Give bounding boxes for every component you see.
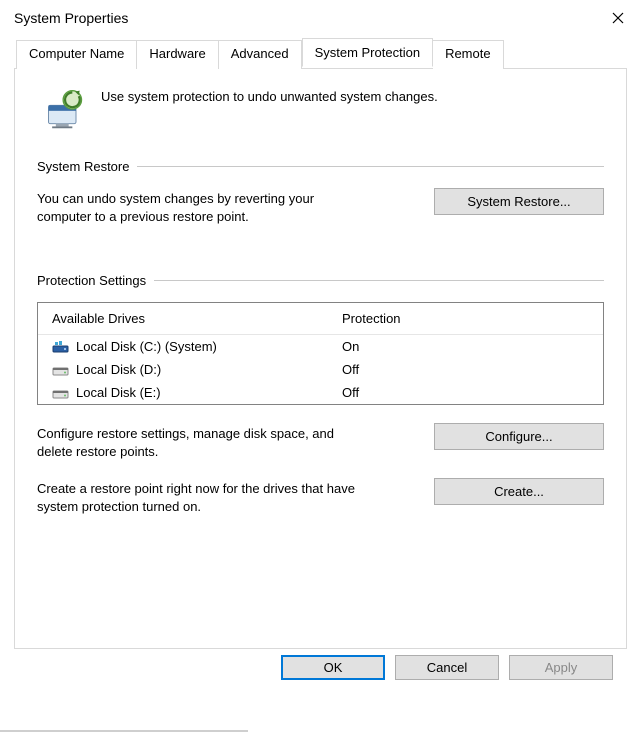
column-header-drives: Available Drives [52, 311, 342, 326]
tab-system-protection[interactable]: System Protection [302, 38, 434, 67]
system-protection-icon [43, 87, 87, 131]
drive-name: Local Disk (C:) (System) [76, 339, 342, 354]
create-desc: Create a restore point right now for the… [37, 478, 397, 515]
apply-button[interactable]: Apply [509, 655, 613, 680]
drives-header: Available Drives Protection [38, 303, 603, 335]
drives-listbox[interactable]: Available Drives Protection Local Disk (… [37, 302, 604, 405]
drive-name: Local Disk (E:) [76, 385, 342, 400]
close-icon [612, 12, 624, 24]
tab-strip: Computer Name Hardware Advanced System P… [14, 40, 627, 69]
create-button[interactable]: Create... [434, 478, 604, 505]
intro-row: Use system protection to undo unwanted s… [37, 87, 604, 131]
protection-settings-group-title: Protection Settings [37, 273, 146, 288]
system-restore-group-title: System Restore [37, 159, 129, 174]
intro-text: Use system protection to undo unwanted s… [101, 87, 438, 104]
tab-advanced[interactable]: Advanced [219, 40, 302, 69]
configure-desc: Configure restore settings, manage disk … [37, 423, 357, 460]
system-restore-desc: You can undo system changes by reverting… [37, 188, 357, 225]
drive-protection-status: Off [342, 385, 589, 400]
tab-computer-name[interactable]: Computer Name [16, 40, 137, 69]
drive-protection-status: Off [342, 362, 589, 377]
system-restore-button[interactable]: System Restore... [434, 188, 604, 215]
drive-row[interactable]: Local Disk (D:)Off [38, 358, 603, 381]
dialog-body: Computer Name Hardware Advanced System P… [0, 36, 641, 694]
tab-remote[interactable]: Remote [433, 40, 504, 69]
title-bar: System Properties [0, 0, 641, 36]
system-restore-group: System Restore You can undo system chang… [37, 159, 604, 225]
group-divider [137, 166, 604, 167]
protection-settings-group: Protection Settings Available Drives Pro… [37, 273, 604, 515]
window-title: System Properties [14, 10, 128, 26]
tab-panel-system-protection: Use system protection to undo unwanted s… [14, 69, 627, 649]
ok-button[interactable]: OK [281, 655, 385, 680]
drive-name: Local Disk (D:) [76, 362, 342, 377]
cancel-button[interactable]: Cancel [395, 655, 499, 680]
configure-button[interactable]: Configure... [434, 423, 604, 450]
drive-icon [52, 363, 70, 377]
close-button[interactable] [595, 2, 641, 34]
drive-icon [52, 386, 70, 400]
system-properties-dialog: System Properties Computer Name Hardware… [0, 0, 641, 730]
drive-protection-status: On [342, 339, 589, 354]
drive-row[interactable]: Local Disk (C:) (System)On [38, 335, 603, 358]
column-header-protection: Protection [342, 311, 589, 326]
drive-row[interactable]: Local Disk (E:)Off [38, 381, 603, 404]
drive-icon [52, 340, 70, 354]
group-divider [154, 280, 604, 281]
window-edge-decoration [0, 730, 248, 732]
dialog-footer-buttons: OK Cancel Apply [14, 649, 627, 680]
tab-hardware[interactable]: Hardware [137, 40, 218, 69]
